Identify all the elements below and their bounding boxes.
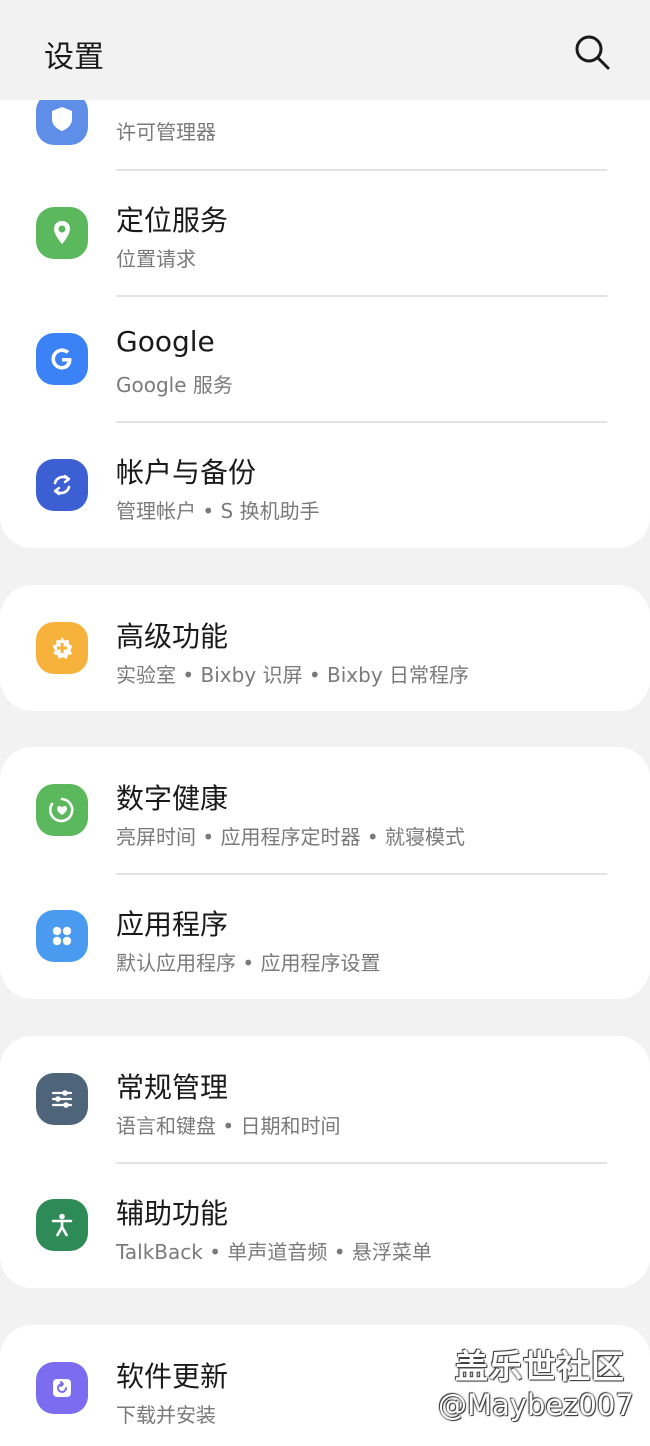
advanced-features-icon: [36, 622, 88, 674]
settings-item-location[interactable]: 定位服务 位置请求: [0, 171, 650, 297]
watermark-user: @Maybez007: [438, 1388, 634, 1422]
settings-item-subtitle: 亮屏时间 • 应用程序定时器 • 就寝模式: [116, 825, 466, 849]
settings-item-general-management[interactable]: 常规管理 语言和键盘 • 日期和时间: [0, 1036, 650, 1162]
settings-item-subtitle: TalkBack • 单声道音频 • 悬浮菜单: [116, 1240, 432, 1264]
settings-item-title: 定位服务: [116, 204, 229, 237]
settings-item-accounts-backup[interactable]: 帐户与备份 管理帐户 • S 换机助手: [0, 423, 650, 548]
settings-item-title: 常规管理: [116, 1071, 229, 1104]
settings-item-subtitle: Google 服务: [116, 373, 233, 397]
software-update-icon: [36, 1362, 88, 1414]
permission-icon: [36, 93, 88, 145]
settings-item-subtitle: 许可管理器: [116, 120, 216, 144]
settings-item-apps[interactable]: 应用程序 默认应用程序 • 应用程序设置: [0, 875, 650, 999]
settings-item-title: Google: [116, 325, 215, 358]
settings-item-subtitle: 下载并安装: [116, 1403, 216, 1427]
settings-item-digital-wellbeing[interactable]: 数字健康 亮屏时间 • 应用程序定时器 • 就寝模式: [0, 747, 650, 873]
settings-item-subtitle: 管理帐户 • S 换机助手: [116, 499, 320, 523]
settings-item-advanced-features[interactable]: 高级功能 实验室 • Bixby 识屏 • Bixby 日常程序: [0, 585, 650, 711]
settings-card-general: 常规管理 语言和键盘 • 日期和时间 辅助功能 TalkBack • 单声道音频…: [0, 1036, 650, 1288]
settings-item-subtitle: 语言和键盘 • 日期和时间: [116, 1114, 341, 1138]
search-button[interactable]: [570, 30, 614, 74]
location-pin-icon: [36, 207, 88, 259]
settings-item-title: 帐户与备份: [116, 456, 257, 489]
settings-item-subtitle: 实验室 • Bixby 识屏 • Bixby 日常程序: [116, 663, 470, 687]
page-title: 设置: [44, 40, 104, 75]
google-g-icon: [36, 333, 88, 385]
top-app-bar: 设置: [0, 0, 650, 100]
sliders-icon: [36, 1073, 88, 1125]
accessibility-icon: [36, 1199, 88, 1251]
settings-item-accessibility[interactable]: 辅助功能 TalkBack • 单声道音频 • 悬浮菜单: [0, 1164, 650, 1288]
settings-item-title: 高级功能: [116, 620, 229, 653]
search-icon: [575, 35, 610, 70]
settings-item-title: 辅助功能: [116, 1197, 229, 1230]
settings-item-title: 数字健康: [116, 782, 229, 815]
settings-card-advanced: 高级功能 实验室 • Bixby 识屏 • Bixby 日常程序: [0, 585, 650, 711]
settings-card-wellbeing-apps: 数字健康 亮屏时间 • 应用程序定时器 • 就寝模式 应用程序 默认应用程序 •…: [0, 747, 650, 999]
settings-item-title: 应用程序: [116, 908, 229, 941]
settings-item-title: 软件更新: [116, 1360, 229, 1393]
watermark-community: 盖乐世社区: [455, 1347, 625, 1386]
settings-item-google[interactable]: Google Google 服务: [0, 297, 650, 423]
settings-item-subtitle: 位置请求: [116, 247, 196, 271]
settings-item-subtitle: 默认应用程序 • 应用程序设置: [116, 951, 381, 975]
settings-card-accounts: 许可管理器 定位服务 位置请求 Google Google 服务 帐户与备份 管…: [0, 70, 650, 548]
apps-icon: [36, 910, 88, 962]
digital-wellbeing-icon: [36, 784, 88, 836]
sync-icon: [36, 459, 88, 511]
